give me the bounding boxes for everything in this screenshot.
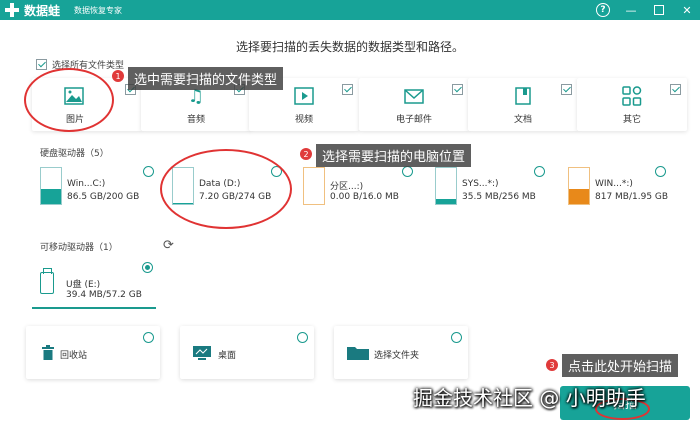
help-icon[interactable]: ? bbox=[596, 3, 610, 17]
location-radio[interactable] bbox=[143, 332, 154, 343]
drive-icon bbox=[303, 167, 325, 205]
drive-size: 0.00 B/16.0 MB bbox=[330, 192, 399, 202]
other-icon bbox=[621, 85, 643, 107]
drive-icon bbox=[40, 167, 62, 205]
logo-cross-icon bbox=[4, 2, 20, 18]
file-type-checkbox[interactable] bbox=[342, 84, 353, 95]
file-type-checkbox[interactable] bbox=[670, 84, 681, 95]
drive-radio[interactable] bbox=[402, 166, 413, 177]
drive-name: 分区...:) bbox=[330, 182, 364, 192]
drive-item[interactable]: 分区...:) 0.00 B/16.0 MB bbox=[303, 165, 430, 210]
removable-drives-title: 可移动驱动器（1） bbox=[40, 243, 118, 253]
annotation-callout: 选中需要扫描的文件类型 bbox=[128, 67, 284, 90]
drive-radio[interactable] bbox=[655, 166, 666, 177]
location-radio[interactable] bbox=[451, 332, 462, 343]
drive-radio[interactable] bbox=[142, 262, 153, 273]
location-card-recycle-bin[interactable]: 回收站 bbox=[26, 326, 160, 379]
file-type-label: 文档 bbox=[513, 115, 532, 125]
highlight-ellipse bbox=[160, 149, 292, 229]
usb-drive-item[interactable]: U盘 (E:) 39.4 MB/57.2 GB bbox=[32, 262, 156, 309]
annotation-callout: 选择需要扫描的电脑位置 bbox=[316, 144, 472, 167]
highlight-ellipse bbox=[24, 68, 114, 132]
file-type-label: 电子邮件 bbox=[395, 115, 432, 125]
usb-icon bbox=[40, 268, 54, 294]
location-label: 回收站 bbox=[60, 351, 88, 361]
drive-size: 39.4 MB/57.2 GB bbox=[66, 290, 142, 300]
refresh-icon[interactable]: ⟳ bbox=[163, 238, 174, 253]
app-logo: 数据蛙 bbox=[4, 2, 60, 19]
drive-size: 86.5 GB/200 GB bbox=[67, 192, 140, 202]
step-badge: 3 bbox=[546, 359, 558, 371]
close-icon[interactable]: ✕ bbox=[680, 3, 694, 17]
drive-item[interactable]: SYS...*:) 35.5 MB/256 MB bbox=[435, 165, 562, 210]
location-card-desktop[interactable]: 桌面 bbox=[180, 326, 314, 379]
file-type-label: 视频 bbox=[294, 115, 313, 125]
location-radio[interactable] bbox=[297, 332, 308, 343]
drive-radio[interactable] bbox=[143, 166, 154, 177]
drive-item[interactable]: WIN...*:) 817 MB/1.95 GB bbox=[568, 165, 695, 210]
folder-icon bbox=[346, 344, 370, 362]
app-name: 数据蛙 bbox=[24, 3, 61, 18]
location-card-folder[interactable]: 选择文件夹 bbox=[334, 326, 468, 379]
document-icon bbox=[512, 85, 534, 107]
mail-icon bbox=[403, 85, 425, 107]
file-type-card-other[interactable]: 其它 bbox=[577, 78, 687, 131]
watermark: 掘金技术社区 @ 小明助手 bbox=[413, 386, 646, 410]
file-type-checkbox[interactable] bbox=[561, 84, 572, 95]
file-type-card-email[interactable]: 电子邮件 bbox=[359, 78, 469, 131]
maximize-icon[interactable] bbox=[652, 3, 666, 17]
step-badge: 2 bbox=[300, 148, 312, 160]
page-heading: 选择要扫描的丢失数据的数据类型和路径。 bbox=[235, 40, 464, 54]
drive-radio[interactable] bbox=[534, 166, 545, 177]
file-type-card-document[interactable]: 文档 bbox=[468, 78, 578, 131]
annotation-callout: 点击此处开始扫描 bbox=[562, 354, 679, 377]
drive-size: 817 MB/1.95 GB bbox=[595, 192, 669, 202]
step-badge: 1 bbox=[112, 70, 124, 82]
location-label: 桌面 bbox=[218, 351, 237, 361]
drive-size: 35.5 MB/256 MB bbox=[462, 192, 536, 202]
file-type-label: 其它 bbox=[622, 115, 641, 125]
video-icon bbox=[293, 85, 315, 107]
app-subtitle: 数据恢复专家 bbox=[74, 5, 123, 15]
location-label: 选择文件夹 bbox=[374, 351, 420, 361]
drive-item[interactable]: Win...C:) 86.5 GB/200 GB bbox=[40, 165, 167, 210]
drive-name: WIN...*:) bbox=[595, 179, 633, 189]
drive-icon bbox=[568, 167, 590, 205]
desktop-icon bbox=[192, 344, 212, 362]
select-all-checkbox[interactable] bbox=[36, 59, 47, 70]
file-type-label: 音频 bbox=[186, 115, 205, 125]
file-type-checkbox[interactable] bbox=[452, 84, 463, 95]
minimize-icon[interactable]: — bbox=[624, 3, 638, 17]
drive-name: U盘 (E:) bbox=[66, 280, 101, 290]
hard-drives-title: 硬盘驱动器（5） bbox=[40, 149, 109, 159]
recycle-bin-icon bbox=[38, 344, 58, 362]
title-bar: 数据蛙 数据恢复专家 ? — ✕ bbox=[0, 0, 700, 20]
drive-name: SYS...*:) bbox=[462, 179, 499, 189]
drive-name: Win...C:) bbox=[67, 179, 106, 189]
drive-icon bbox=[435, 167, 457, 205]
